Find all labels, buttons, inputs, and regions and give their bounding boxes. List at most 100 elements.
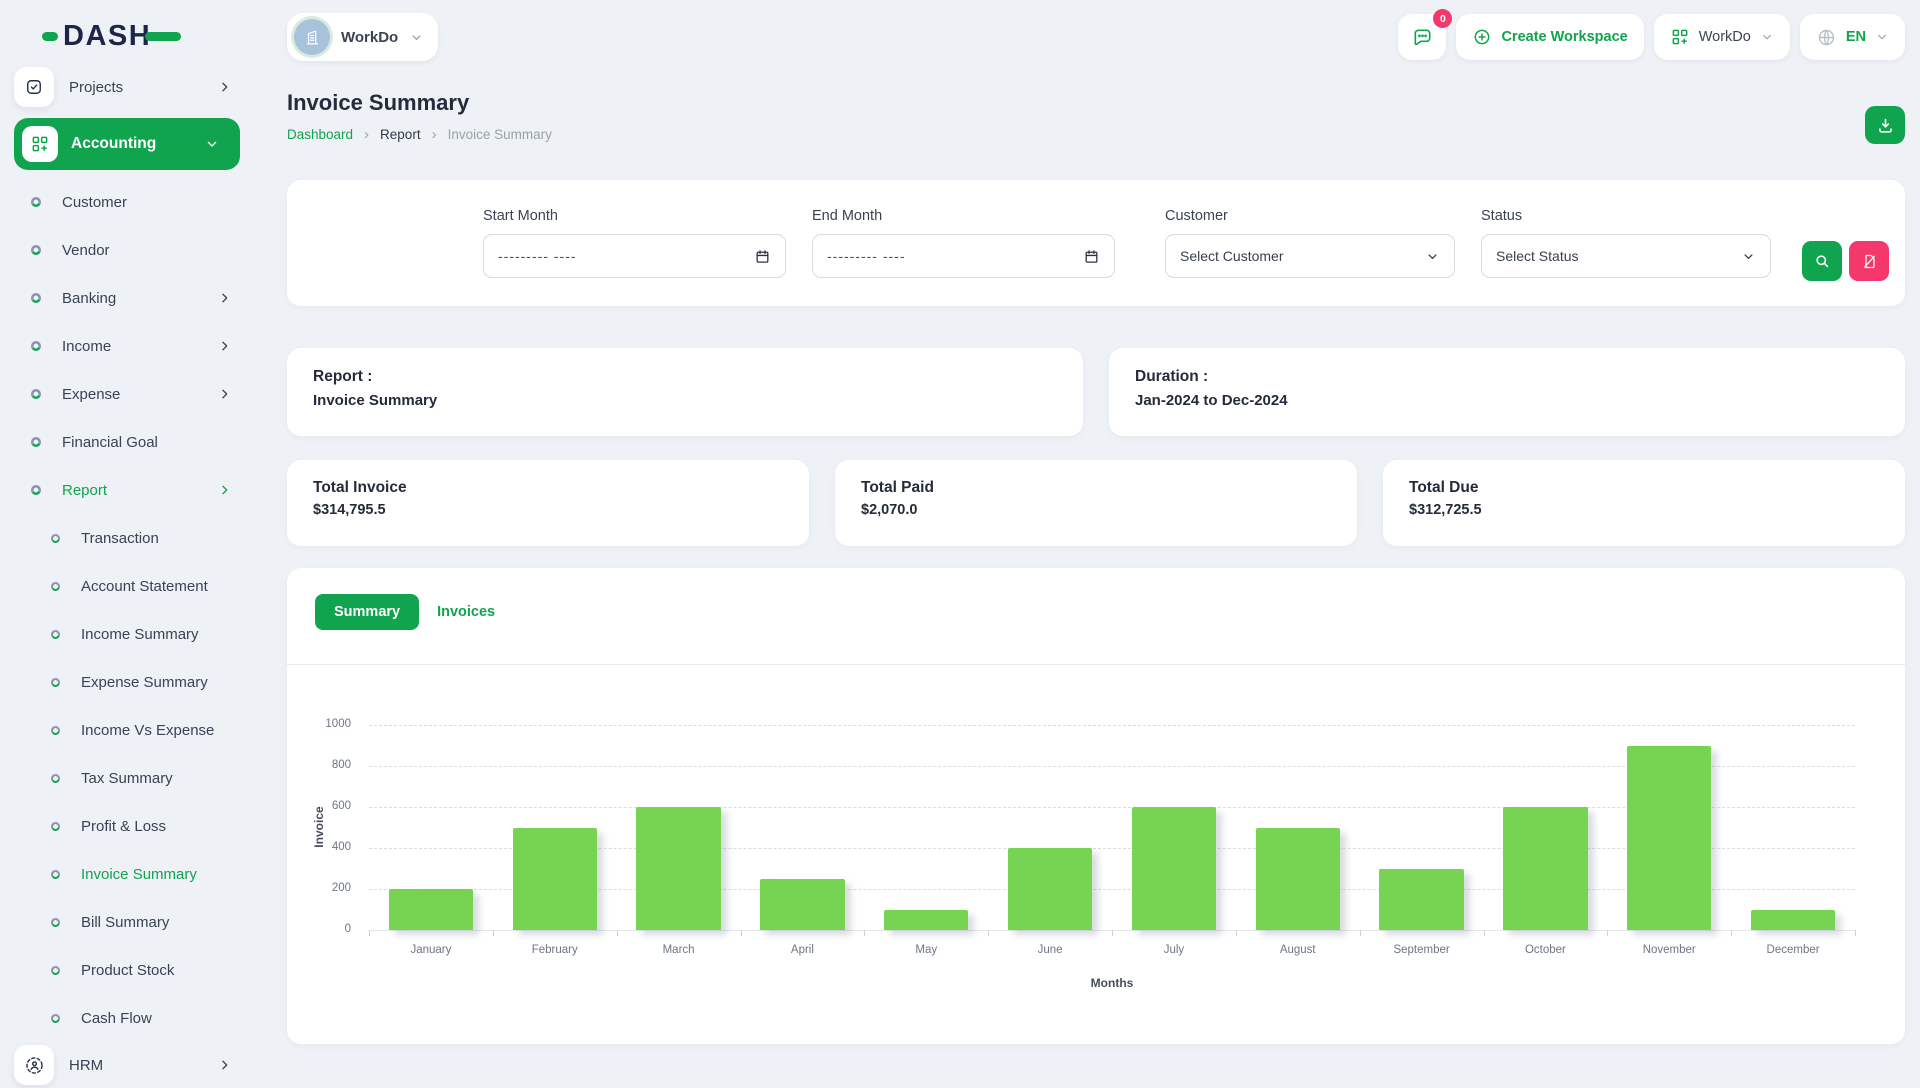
bullet-icon — [51, 918, 60, 927]
sidebar-item-accounting[interactable]: Accounting — [14, 118, 240, 170]
sidebar-item-label: Product Stock — [81, 962, 174, 979]
sidebar-item-hrm[interactable]: HRM — [0, 1042, 262, 1088]
status-select[interactable]: Select Status — [1481, 234, 1771, 278]
sidebar-item-customer[interactable]: Customer — [0, 178, 262, 226]
x-axis-tick — [617, 930, 618, 936]
bullet-icon — [51, 726, 60, 735]
breadcrumb-item-report[interactable]: Report — [380, 127, 421, 142]
customer-select[interactable]: Select Customer — [1165, 234, 1455, 278]
app-root: DASH ProjectsAccountingCustomerVendorBan… — [0, 0, 1920, 1080]
chevron-down-icon — [409, 30, 424, 45]
sidebar-item-account-statement[interactable]: Account Statement — [0, 562, 262, 610]
total-card-total-due: Total Due$312,725.5 — [1383, 460, 1905, 546]
chevron-right-icon — [217, 291, 232, 306]
bullet-icon — [51, 582, 60, 591]
messages-button[interactable]: 0 — [1398, 14, 1446, 60]
x-axis-tick — [1236, 930, 1237, 936]
x-axis-label-july: July — [1112, 944, 1236, 956]
search-button[interactable] — [1802, 241, 1842, 281]
download-icon — [1876, 116, 1895, 135]
x-axis-tick — [864, 930, 865, 936]
workspace-menu-button[interactable]: WorkDo — [1654, 14, 1790, 60]
bullet-icon — [51, 966, 60, 975]
sidebar-item-label: Financial Goal — [62, 434, 158, 451]
sidebar-item-label: Expense Summary — [81, 674, 208, 691]
chevron-down-icon — [204, 136, 220, 152]
status-label: Status — [1481, 208, 1771, 224]
y-axis-tick-label: 800 — [287, 759, 351, 771]
chevron-down-icon — [1425, 249, 1440, 264]
sidebar-item-tax-summary[interactable]: Tax Summary — [0, 754, 262, 802]
customer-label: Customer — [1165, 208, 1455, 224]
create-workspace-button[interactable]: Create Workspace — [1456, 14, 1643, 60]
sidebar-item-label: Profit & Loss — [81, 818, 166, 835]
sidebar-item-bill-summary[interactable]: Bill Summary — [0, 898, 262, 946]
end-month-input[interactable]: --------- ---- — [812, 234, 1115, 278]
sidebar-item-income[interactable]: Income — [0, 322, 262, 370]
sidebar-item-vendor[interactable]: Vendor — [0, 226, 262, 274]
chart-bar-may — [884, 910, 968, 931]
sidebar-nav: ProjectsAccountingCustomerVendorBankingI… — [0, 62, 262, 1088]
x-axis-label-november: November — [1607, 944, 1731, 956]
sidebar-item-profit-loss[interactable]: Profit & Loss — [0, 802, 262, 850]
sidebar-item-income-summary[interactable]: Income Summary — [0, 610, 262, 658]
sidebar-item-report[interactable]: Report — [0, 466, 262, 514]
start-month-input[interactable]: --------- ---- — [483, 234, 786, 278]
bullet-icon — [31, 485, 41, 495]
chevron-right-icon — [217, 80, 232, 95]
search-icon — [1813, 252, 1831, 270]
start-month-group: Start Month --------- ---- — [483, 208, 786, 278]
create-workspace-label: Create Workspace — [1501, 29, 1627, 45]
language-label: EN — [1846, 29, 1866, 45]
tab-summary[interactable]: Summary — [315, 594, 419, 630]
bullet-icon — [31, 293, 41, 303]
sidebar-item-label: Income Vs Expense — [81, 722, 214, 739]
chart-bar-july — [1132, 807, 1216, 930]
sidebar-item-expense-summary[interactable]: Expense Summary — [0, 658, 262, 706]
circle-plus-icon — [1472, 27, 1492, 47]
sidebar-item-financial-goal[interactable]: Financial Goal — [0, 418, 262, 466]
chart-card: Summary Invoices 02004006008001000Januar… — [287, 568, 1905, 1044]
x-axis-tick — [1484, 930, 1485, 936]
x-axis-tick — [988, 930, 989, 936]
chevron-right-icon — [217, 1058, 232, 1073]
sidebar-item-income-vs-expense[interactable]: Income Vs Expense — [0, 706, 262, 754]
breadcrumb-item-dashboard[interactable]: Dashboard — [287, 127, 353, 142]
download-button[interactable] — [1865, 106, 1905, 144]
breadcrumb-item-invoice-summary: Invoice Summary — [448, 127, 552, 142]
x-axis-label-april: April — [741, 944, 865, 956]
x-axis-label-august: August — [1236, 944, 1360, 956]
workspace-chip[interactable]: WorkDo — [287, 13, 438, 61]
sidebar-item-label: Report — [62, 482, 107, 499]
sidebar-item-label: Cash Flow — [81, 1010, 152, 1027]
duration-card-title: Duration : — [1135, 368, 1879, 386]
report-card: Report : Invoice Summary — [287, 348, 1083, 436]
filter-panel: Start Month --------- ---- End Month ---… — [287, 180, 1905, 306]
logo-accent-icon — [42, 32, 58, 41]
chevron-right-icon — [217, 483, 232, 498]
duration-card: Duration : Jan-2024 to Dec-2024 — [1109, 348, 1905, 436]
x-axis-tick — [1112, 930, 1113, 936]
bullet-icon — [51, 870, 60, 879]
main-area: WorkDo 0 Create Workspace — [262, 0, 1920, 1080]
sidebar-item-invoice-summary[interactable]: Invoice Summary — [0, 850, 262, 898]
sidebar-item-transaction[interactable]: Transaction — [0, 514, 262, 562]
sidebar-item-label: Bill Summary — [81, 914, 169, 931]
chart-bar-october — [1503, 807, 1587, 930]
sidebar-item-label: Accounting — [71, 135, 156, 153]
language-menu-button[interactable]: EN — [1800, 14, 1905, 60]
x-axis-label-december: December — [1731, 944, 1855, 956]
total-label: Total Invoice — [313, 479, 783, 497]
sidebar-item-expense[interactable]: Expense — [0, 370, 262, 418]
messages-badge: 0 — [1433, 9, 1452, 28]
sidebar-item-projects[interactable]: Projects — [0, 64, 262, 110]
chart-gridline — [369, 725, 1855, 726]
tab-invoices[interactable]: Invoices — [437, 604, 495, 620]
reset-filter-button[interactable] — [1849, 241, 1889, 281]
bullet-icon — [31, 437, 41, 447]
sidebar-item-product-stock[interactable]: Product Stock — [0, 946, 262, 994]
sidebar-item-banking[interactable]: Banking — [0, 274, 262, 322]
app-logo[interactable]: DASH — [0, 10, 262, 62]
sidebar-item-cash-flow[interactable]: Cash Flow — [0, 994, 262, 1042]
y-axis-title: Invoice — [312, 797, 326, 857]
